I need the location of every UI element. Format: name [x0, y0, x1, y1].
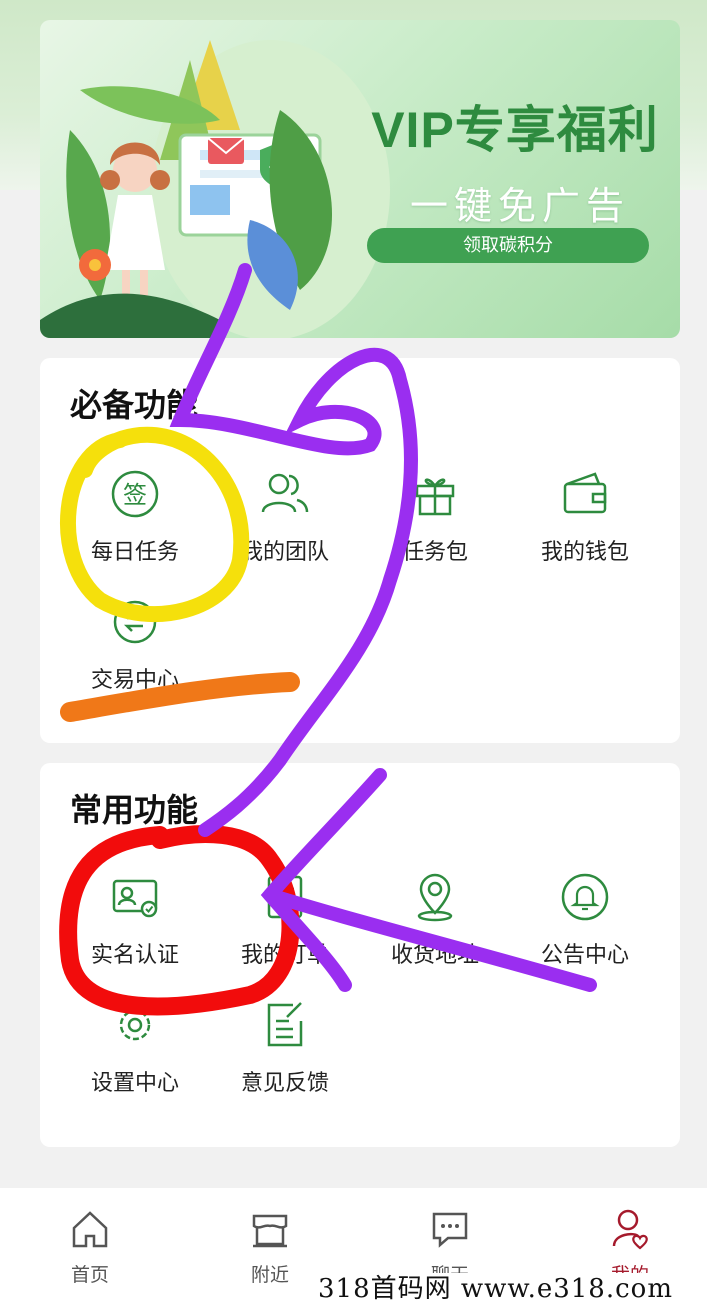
my-orders-item[interactable]: 我的订单 — [210, 871, 360, 969]
daily-tasks-item[interactable]: 签 每日任务 — [60, 468, 210, 566]
tab-home[interactable]: 首页 — [40, 1208, 140, 1287]
profile-icon — [612, 1209, 648, 1250]
sign-in-icon: 签 — [111, 470, 159, 518]
gift-icon — [415, 478, 455, 516]
item-label: 我的订单 — [240, 943, 329, 968]
section-title: 必备功能 — [70, 386, 199, 424]
item-label: 我的钱包 — [540, 540, 629, 565]
item-label: 我的团队 — [240, 540, 329, 565]
feedback-icon — [267, 1002, 303, 1047]
item-label: 任务包 — [401, 540, 468, 565]
section-title: 常用功能 — [70, 791, 199, 829]
item-label: 设置中心 — [90, 1071, 179, 1096]
banner-subtitle: 一键免广告 — [409, 184, 630, 228]
item-label: 公告中心 — [540, 943, 629, 968]
my-team-item[interactable]: 我的团队 — [210, 468, 360, 566]
store-icon — [252, 1214, 288, 1248]
tab-label: 附近 — [250, 1264, 289, 1286]
item-label: 意见反馈 — [240, 1071, 329, 1096]
chat-icon — [432, 1212, 468, 1248]
banner-title: VIP专享福利 — [371, 102, 659, 158]
order-icon — [267, 875, 303, 919]
bell-icon — [561, 873, 609, 921]
announcement-center-item[interactable]: 公告中心 — [510, 871, 660, 969]
task-pack-item[interactable]: 任务包 — [360, 468, 510, 566]
svg-text:签: 签 — [123, 481, 147, 509]
team-icon — [261, 473, 309, 513]
claim-carbon-points-button[interactable]: 领取碳积分 — [367, 228, 649, 263]
feedback-item[interactable]: 意见反馈 — [210, 999, 360, 1097]
required-functions-card: 必备功能 签 每日任务 我的团队 任务包 我的钱包 交易中心 — [40, 358, 680, 743]
real-name-verification-item[interactable]: 实名认证 — [60, 871, 210, 969]
wallet-icon — [563, 472, 607, 514]
item-label: 每日任务 — [90, 540, 179, 565]
location-icon — [417, 873, 453, 922]
id-card-icon — [112, 879, 158, 918]
tab-label: 首页 — [70, 1264, 109, 1286]
trade-center-item[interactable]: 交易中心 — [60, 596, 210, 694]
trade-icon — [113, 600, 157, 644]
item-label: 实名认证 — [90, 943, 179, 968]
vip-banner[interactable]: VIP专享福利 一键免广告 领取碳积分 — [40, 20, 680, 338]
item-label: 交易中心 — [90, 668, 179, 693]
banner-illustration — [40, 40, 390, 338]
settings-center-item[interactable]: 设置中心 — [60, 999, 210, 1097]
common-functions-card: 常用功能 实名认证 我的订单 收货地址 公告中心 设置中心 意见反馈 — [40, 763, 680, 1147]
home-icon — [72, 1211, 108, 1248]
item-label: 收货地址 — [390, 943, 479, 968]
shipping-address-item[interactable]: 收货地址 — [360, 871, 510, 969]
tab-nearby[interactable]: 附近 — [220, 1208, 320, 1287]
gear-icon — [119, 1009, 151, 1041]
site-watermark: 318首码网 www.e318.com — [318, 1273, 707, 1306]
my-wallet-item[interactable]: 我的钱包 — [510, 468, 660, 566]
